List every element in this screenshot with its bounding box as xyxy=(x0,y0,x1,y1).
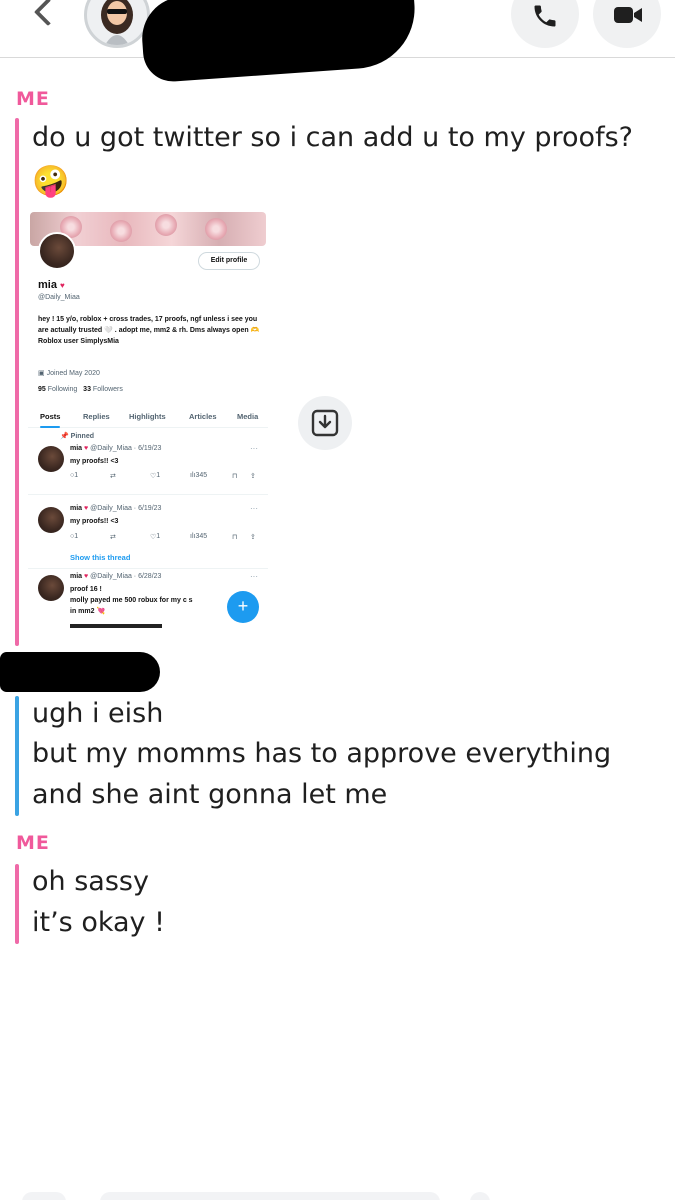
tweet-text: molly payed me 500 robux for my c s xyxy=(70,597,193,604)
message-bar-me xyxy=(15,864,19,944)
tweet-actions: ○ 1 ⇄ ♡ 1 ılı 345 ⊓ ⇪ xyxy=(70,472,260,482)
views-icon: ılı 345 xyxy=(190,472,208,479)
tab-media: Media xyxy=(237,412,259,421)
like-icon: ♡ 1 xyxy=(150,533,161,541)
save-button[interactable] xyxy=(298,396,352,450)
compose-button: + xyxy=(227,591,259,623)
back-button[interactable] xyxy=(26,0,66,34)
friend-avatar[interactable] xyxy=(84,0,150,48)
tweet-image xyxy=(70,624,162,628)
show-thread-link: Show this thread xyxy=(70,553,131,562)
profile-name: mia ♥ xyxy=(38,279,65,291)
tweet-text: proof 16 ! xyxy=(70,586,102,593)
message-text[interactable]: and she aint gonna let me xyxy=(32,775,387,815)
message-text[interactable]: but my momms has to approve everything xyxy=(32,734,611,774)
video-camera-icon xyxy=(614,7,642,23)
message-text[interactable]: oh sassy xyxy=(32,862,149,902)
tab-highlights: Highlights xyxy=(129,412,166,421)
tweet-header: mia ♥ @Daily_Miaa · 6/28/23 xyxy=(70,573,162,580)
sender-label-me: ME xyxy=(16,88,50,110)
tweet-avatar xyxy=(38,575,64,601)
more-icon: ··· xyxy=(250,572,258,581)
save-to-camera-roll-icon xyxy=(311,409,339,437)
bookmark-icon: ⊓ xyxy=(232,473,238,480)
tweet-header: mia ♥ @Daily_Miaa · 6/19/23 xyxy=(70,445,162,452)
chat-header xyxy=(0,0,675,84)
phone-icon xyxy=(534,5,556,27)
more-icon: ··· xyxy=(250,444,258,453)
reply-icon: ○ 1 xyxy=(70,472,79,479)
reply-icon: ○ 1 xyxy=(70,533,79,540)
tweet-text: my proofs!! <3 xyxy=(70,458,119,465)
bitmoji-avatar-icon xyxy=(101,0,133,45)
like-icon: ♡ 1 xyxy=(150,472,161,480)
bookmark-icon: ⊓ xyxy=(232,534,238,541)
retweet-icon: ⇄ xyxy=(110,534,116,541)
tweet-text: in mm2 💘 xyxy=(70,608,106,615)
tweet-text: my proofs!! <3 xyxy=(70,518,119,525)
profile-handle: @Daily_Miaa xyxy=(38,294,80,301)
share-icon: ⇪ xyxy=(250,473,256,480)
tweet-actions: ○ 1 ⇄ ♡ 1 ılı 345 ⊓ ⇪ xyxy=(70,533,260,543)
message-text[interactable]: do u got twitter so i can add u to my pr… xyxy=(32,118,633,158)
tab-posts: Posts xyxy=(40,412,61,428)
tab-articles: Articles xyxy=(189,412,217,421)
tweet-avatar xyxy=(38,446,64,472)
edit-profile-button: Edit profile xyxy=(198,252,260,270)
profile-follow-counts: 95 Following 33 Followers xyxy=(38,386,123,393)
message-text[interactable]: it’s okay ! xyxy=(32,903,165,943)
retweet-icon: ⇄ xyxy=(110,473,116,480)
chat-input[interactable] xyxy=(100,1192,440,1200)
tab-replies: Replies xyxy=(83,412,110,421)
tweet-avatar xyxy=(38,507,64,533)
sender-label-me: ME xyxy=(16,832,50,854)
video-call-button[interactable] xyxy=(593,0,661,48)
more-icon: ··· xyxy=(250,504,258,513)
camera-button[interactable] xyxy=(22,1192,66,1200)
tweet-header: mia ♥ @Daily_Miaa · 6/19/23 xyxy=(70,505,162,512)
message-text[interactable]: ugh i eish xyxy=(32,694,163,734)
redacted-sender-name xyxy=(0,652,160,692)
redacted-name xyxy=(139,0,419,84)
call-button[interactable] xyxy=(511,0,579,48)
emoji: 🤪 xyxy=(32,164,70,199)
share-icon: ⇪ xyxy=(250,534,256,541)
mic-button[interactable] xyxy=(470,1192,490,1200)
message-bar-friend xyxy=(15,696,19,816)
profile-avatar xyxy=(38,232,76,270)
shared-screenshot[interactable]: Edit profile mia ♥ @Daily_Miaa hey ! 15 … xyxy=(28,210,268,630)
message-bar-me xyxy=(15,118,19,646)
views-icon: ılı 345 xyxy=(190,533,208,540)
profile-tabs: Posts Replies Highlights Articles Media xyxy=(28,406,268,428)
profile-joined: ▣ Joined May 2020 xyxy=(38,370,100,377)
pinned-label: 📌 Pinned xyxy=(60,433,95,440)
profile-bio: hey ! 15 y/o, roblox + cross trades, 17 … xyxy=(38,316,260,345)
